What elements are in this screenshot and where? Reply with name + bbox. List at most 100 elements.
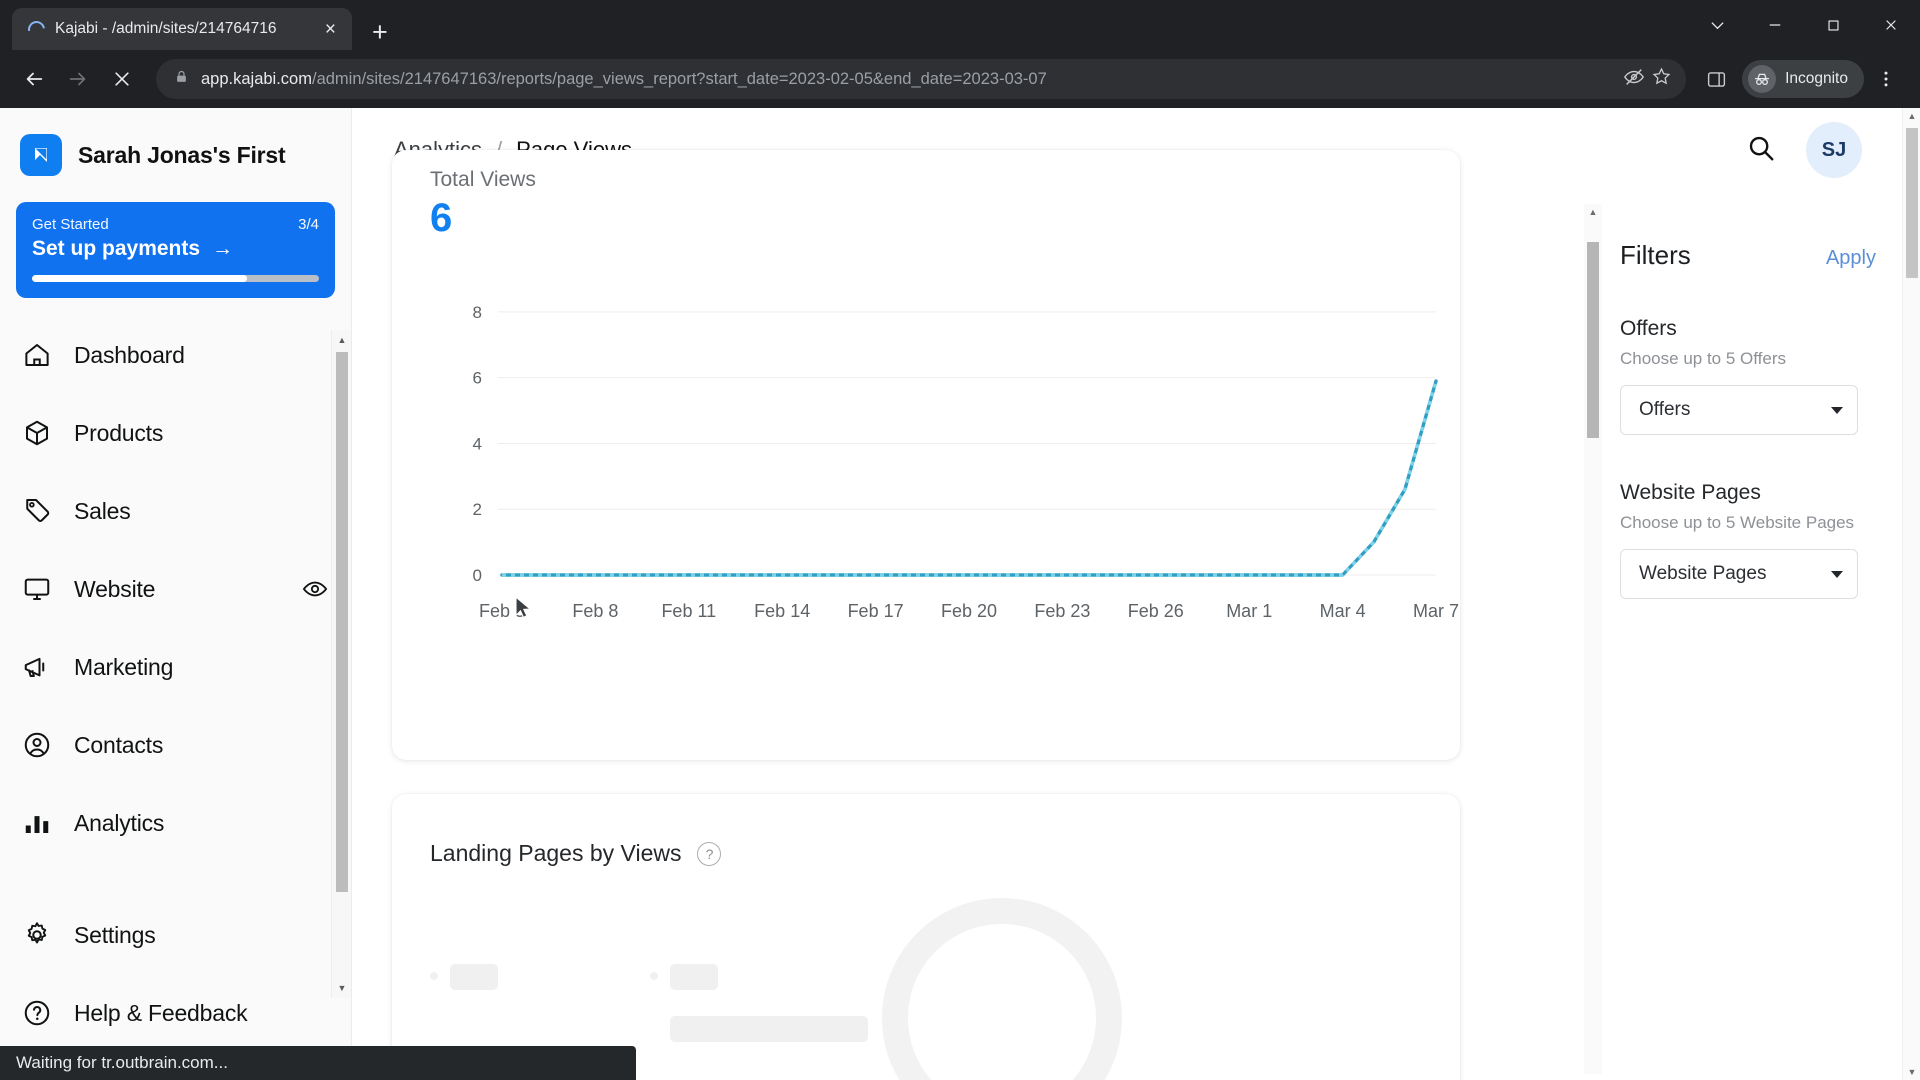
sidebar-item-marketing[interactable]: Marketing	[0, 628, 351, 706]
stop-loading-icon[interactable]	[100, 57, 144, 101]
sidebar-item-label: Sales	[74, 497, 131, 524]
page-scrollbar[interactable]: ▲ ▼	[1902, 108, 1920, 1080]
close-window-button[interactable]	[1862, 0, 1920, 50]
back-icon[interactable]	[12, 57, 56, 101]
kpi-value: 6	[430, 196, 452, 240]
browser-window: Kajabi - /admin/sites/214764716 × + app.…	[0, 0, 1920, 1080]
chevron-down-icon	[1831, 570, 1843, 578]
url-domain: app.kajabi.com	[201, 69, 312, 88]
window-controls	[1688, 0, 1920, 50]
svg-text:Feb 14: Feb 14	[754, 601, 810, 621]
chart-svg: 02468Feb 5 Feb 8 Feb 11 Feb 14 Feb 17 Feb 20 F…	[473, 303, 1459, 621]
kajabi-logo-icon	[20, 134, 62, 176]
gear-icon	[22, 920, 52, 950]
eye-off-icon[interactable]	[1623, 66, 1645, 93]
sidebar-item-label: Help & Feedback	[74, 999, 248, 1026]
sidebar-scrollbar[interactable]: ▲ ▼	[331, 330, 351, 998]
brand[interactable]: Sarah Jonas's First	[0, 108, 351, 176]
loading-spinner-icon	[24, 17, 49, 41]
filter-group-website-pages: Website Pages Choose up to 5 Website Pag…	[1620, 481, 1920, 599]
sidebar-item-website[interactable]: Website	[0, 550, 351, 628]
skeleton-dot	[430, 972, 438, 980]
scrollbar-thumb[interactable]	[336, 352, 348, 892]
eye-icon[interactable]	[301, 575, 329, 603]
scroll-down-arrow-icon[interactable]: ▼	[1903, 1064, 1920, 1080]
avatar[interactable]: SJ	[1806, 122, 1862, 178]
chevron-down-icon[interactable]	[1688, 0, 1746, 50]
arrow-right-icon: →	[212, 237, 234, 260]
incognito-indicator[interactable]: Incognito	[1742, 60, 1864, 98]
status-bar: Waiting for tr.outbrain.com...	[0, 1046, 636, 1080]
get-started-progress	[32, 275, 319, 282]
sidebar-item-help-feedback[interactable]: Help & Feedback	[0, 974, 352, 1052]
offers-select[interactable]: Offers	[1620, 385, 1858, 435]
sidebar-item-products[interactable]: Products	[0, 394, 351, 472]
website-pages-select[interactable]: Website Pages	[1620, 549, 1858, 599]
omnibox-actions	[1623, 66, 1672, 93]
scrollbar-thumb[interactable]	[1587, 242, 1599, 438]
skeleton-dot	[650, 972, 658, 980]
svg-text:Feb 20: Feb 20	[941, 601, 997, 621]
url-path: /admin/sites/2147647163/reports/page_vie…	[311, 69, 1047, 88]
side-panel-icon[interactable]	[1694, 57, 1738, 101]
home-icon	[22, 340, 52, 370]
tab-title: Kajabi - /admin/sites/214764716	[55, 20, 277, 37]
filters-panel: Filters Apply Offers Choose up to 5 Offe…	[1620, 192, 1920, 1080]
maximize-button[interactable]	[1804, 0, 1862, 50]
incognito-label: Incognito	[1785, 70, 1848, 87]
landing-pages-title: Landing Pages by Views	[430, 840, 682, 866]
scrollbar-thumb[interactable]	[1906, 128, 1918, 278]
incognito-icon	[1748, 65, 1777, 93]
sidebar-item-settings[interactable]: Settings	[0, 896, 352, 974]
url-text: app.kajabi.com/admin/sites/2147647163/re…	[201, 70, 1611, 89]
get-started-card[interactable]: Get Started 3/4 Set up payments →	[16, 202, 335, 298]
total-views-card: Total Views 6 0 2 4 6 8 Feb 5 Feb 8 Feb 11 Feb 1…	[392, 150, 1460, 760]
report-column: Total Views 6 0 2 4 6 8 Feb 5 Feb 8 Feb 11 Feb 1…	[352, 150, 1602, 1080]
svg-text:6: 6	[473, 369, 482, 388]
sidebar-item-label: Products	[74, 419, 164, 446]
cube-icon	[22, 418, 52, 448]
get-started-eyebrow: Get Started	[32, 216, 109, 233]
svg-text:Feb 11: Feb 11	[661, 601, 716, 621]
skeleton-bar	[450, 964, 498, 990]
search-icon[interactable]	[1746, 133, 1776, 168]
sidebar-item-label: Contacts	[74, 731, 164, 758]
sidebar-item-label: Analytics	[74, 809, 165, 836]
scroll-up-arrow-icon[interactable]: ▲	[332, 330, 352, 350]
filter-label: Offers	[1620, 317, 1677, 340]
landing-pages-card: Landing Pages by Views ?	[392, 794, 1460, 1080]
skeleton-donut	[882, 898, 1122, 1080]
avatar-initials: SJ	[1821, 138, 1847, 161]
svg-text:Feb 17: Feb 17	[848, 601, 904, 621]
filter-label: Website Pages	[1620, 481, 1761, 504]
close-icon[interactable]: ×	[321, 18, 340, 41]
browser-tab[interactable]: Kajabi - /admin/sites/214764716 ×	[12, 8, 352, 50]
page-viewport: Sarah Jonas's First Get Started 3/4 Set …	[0, 108, 1920, 1080]
address-bar[interactable]: app.kajabi.com/admin/sites/2147647163/re…	[156, 59, 1687, 99]
scroll-up-arrow-icon[interactable]: ▲	[1584, 204, 1602, 220]
report-scroll-area: Total Views 6 0 2 4 6 8 Feb 5 Feb 8 Feb 11 Feb 1…	[352, 150, 1920, 1080]
user-circle-icon	[22, 730, 52, 760]
svg-text:4: 4	[473, 434, 482, 453]
apply-button[interactable]: Apply	[1826, 247, 1876, 270]
scroll-up-arrow-icon[interactable]: ▲	[1903, 108, 1920, 124]
filters-header: Filters Apply	[1620, 240, 1920, 271]
new-tab-button[interactable]: +	[372, 19, 388, 46]
scroll-down-arrow-icon[interactable]: ▼	[332, 978, 352, 998]
get-started-count: 3/4	[298, 216, 319, 233]
sidebar-item-dashboard[interactable]: Dashboard	[0, 316, 351, 394]
sidebar: Sarah Jonas's First Get Started 3/4 Set …	[0, 108, 352, 1080]
skeleton-bar	[670, 964, 718, 990]
report-scrollbar[interactable]: ▲	[1584, 204, 1602, 1074]
main-content: Analytics / Page Views SJ Total Views	[352, 108, 1920, 1080]
sidebar-item-label: Settings	[74, 921, 156, 948]
question-circle-icon[interactable]: ?	[697, 841, 722, 866]
kebab-menu-icon[interactable]	[1864, 57, 1908, 101]
sidebar-item-contacts[interactable]: Contacts	[0, 706, 351, 784]
sidebar-item-analytics[interactable]: Analytics	[0, 784, 351, 862]
select-value: Offers	[1639, 399, 1691, 420]
minimize-button[interactable]	[1746, 0, 1804, 50]
star-icon[interactable]	[1651, 66, 1672, 92]
sidebar-item-sales[interactable]: Sales	[0, 472, 351, 550]
svg-text:Mar 4: Mar 4	[1320, 601, 1366, 621]
